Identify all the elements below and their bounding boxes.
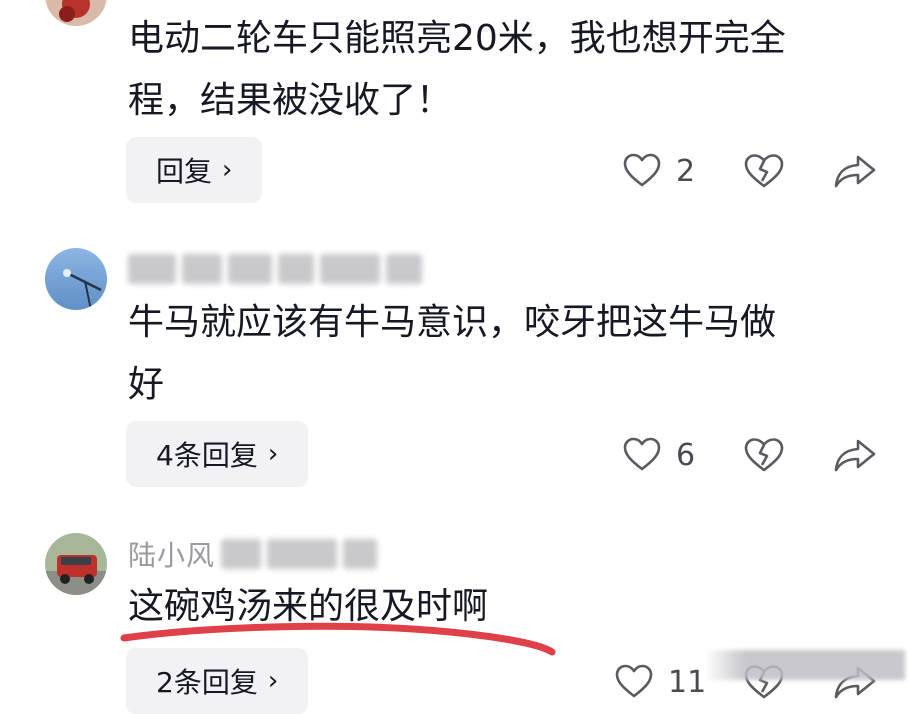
comment-text-line: 好 [128,364,165,405]
comment-actions: 2 [0,146,922,196]
watermark-blur [705,650,905,680]
avatar-image [45,248,107,310]
share-arrow-icon[interactable] [832,151,878,191]
avatar[interactable] [45,0,107,26]
like-button[interactable]: 6 [622,430,695,480]
heart-outline-icon [615,664,653,698]
heart-outline-icon [623,153,661,187]
heart-outline-icon [623,437,661,471]
username[interactable] [128,254,428,284]
broken-heart-icon[interactable] [742,151,786,191]
username-blurred [182,254,222,284]
broken-heart-icon[interactable] [742,435,786,475]
comment-text-line: 牛马就应该有牛马意识，咬牙把这牛马做 [128,302,777,343]
avatar[interactable] [45,248,107,310]
comment-text-line: 程，结果被没收了！ [128,80,453,121]
comment-text-line: 电动二轮车只能照亮20米，我也想开完全 [128,18,786,59]
avatar-image [45,0,107,26]
avatar[interactable] [45,533,107,595]
like-count: 2 [676,153,696,189]
username-text: 陆小风 [128,539,216,572]
username-blurred [128,254,176,284]
username-blurred [343,539,378,569]
like-button[interactable]: 11 [614,657,706,707]
username-blurred [386,254,422,284]
like-button[interactable]: 2 [622,146,695,196]
username-blurred [278,254,314,284]
comment-actions: 6 [0,430,922,480]
username[interactable]: 陆小风 [128,539,378,572]
like-count: 6 [676,437,696,473]
avatar-image [45,533,107,595]
comment-text: 电动二轮车只能照亮20米，我也想开完全 程，结果被没收了！ [128,8,868,132]
username-blurred [221,539,262,569]
username-blurred [267,539,338,569]
comment-text: 牛马就应该有牛马意识，咬牙把这牛马做 好 [128,292,868,416]
like-count: 11 [668,664,707,700]
username-blurred [228,254,272,284]
username-blurred [320,254,380,284]
share-arrow-icon[interactable] [832,435,878,475]
